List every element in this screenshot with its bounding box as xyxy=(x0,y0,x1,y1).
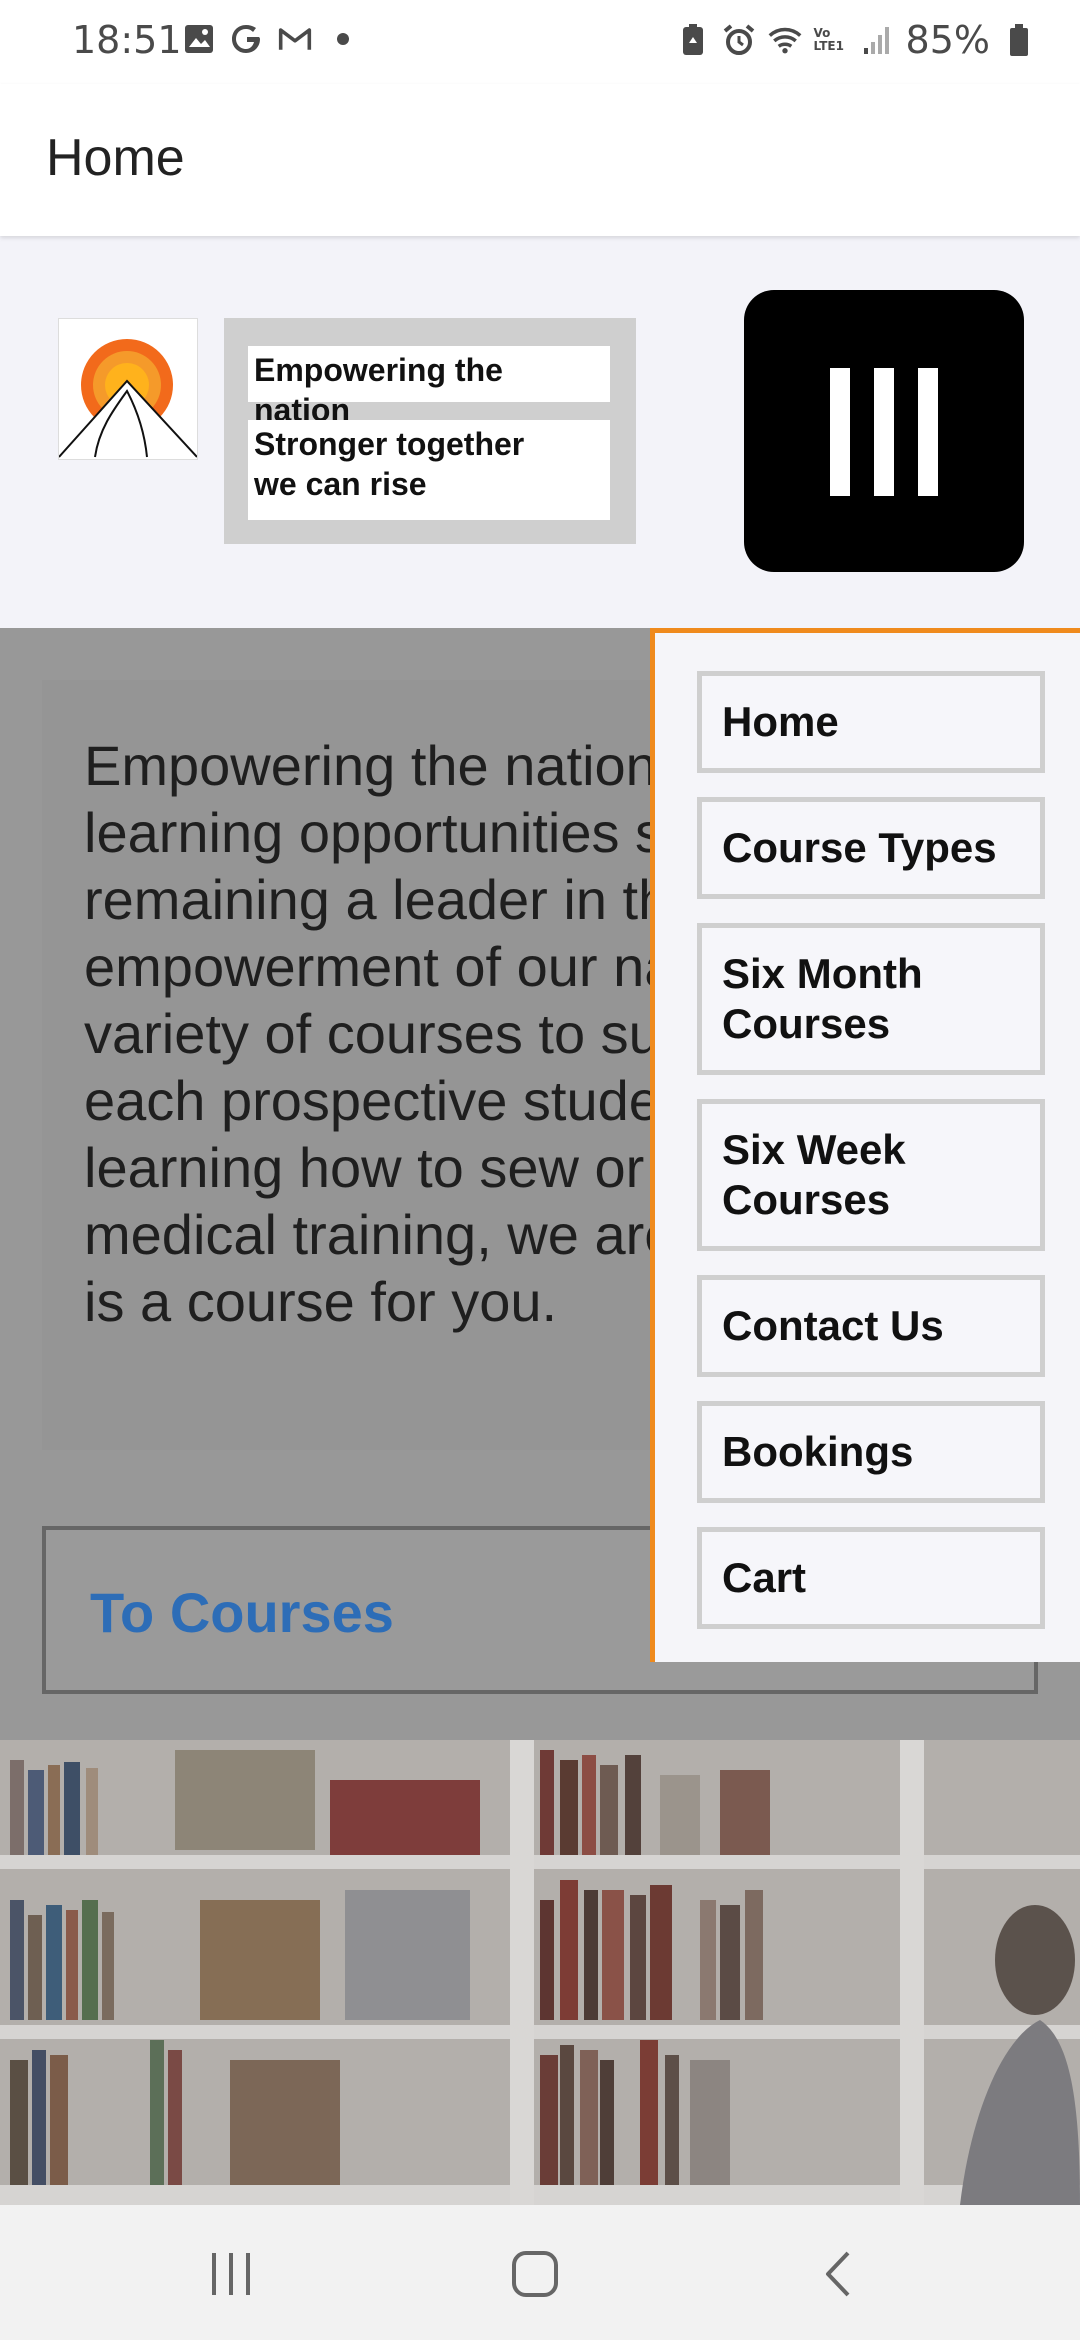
battery-saver-icon xyxy=(676,23,710,57)
back-icon[interactable] xyxy=(818,2249,858,2304)
status-bar: 18:51 Vo LTE1 85% xyxy=(0,0,1080,84)
status-system-icons: Vo LTE1 85% xyxy=(676,18,1036,62)
tagline-primary: Empowering the nation xyxy=(248,346,610,428)
drawer-item-course-types[interactable]: Course Types xyxy=(697,797,1045,899)
hamburger-menu-button[interactable] xyxy=(744,290,1024,572)
alarm-icon xyxy=(722,23,756,57)
wifi-icon xyxy=(768,23,802,57)
battery-percent: 85% xyxy=(905,18,990,62)
drawer-item-contact-us[interactable]: Contact Us xyxy=(697,1275,1045,1377)
google-icon xyxy=(230,22,264,56)
menu-bar-1 xyxy=(830,368,850,496)
drawer-item-six-month-courses[interactable]: Six Month Courses xyxy=(697,923,1045,1075)
system-nav-bar xyxy=(0,2205,1080,2340)
menu-bar-2 xyxy=(874,368,894,496)
signal-icon xyxy=(860,23,894,57)
recent-apps-icon[interactable] xyxy=(206,2251,256,2302)
drawer-item-cart[interactable]: Cart xyxy=(697,1527,1045,1629)
drawer-item-home[interactable]: Home xyxy=(697,671,1045,773)
tagline-secondary: Stronger together we can rise xyxy=(248,420,610,520)
app-bar: Home xyxy=(0,84,1080,236)
tagline-panel: Empowering the nation Stronger together … xyxy=(224,318,636,544)
menu-bar-3 xyxy=(918,368,938,496)
to-courses-label: To Courses xyxy=(90,1581,394,1644)
nav-drawer: Home Course Types Six Month Courses Six … xyxy=(650,628,1080,1662)
bookshelf-photo xyxy=(0,1740,1080,2205)
status-notification-icons xyxy=(182,22,360,56)
volte-icon: Vo LTE1 xyxy=(813,26,844,53)
drawer-item-six-week-courses[interactable]: Six Week Courses xyxy=(697,1099,1045,1251)
gmail-icon xyxy=(278,22,312,56)
dot-icon xyxy=(326,22,360,56)
gallery-icon xyxy=(182,22,216,56)
status-time: 18:51 xyxy=(72,18,182,62)
drawer-item-bookings[interactable]: Bookings xyxy=(697,1401,1045,1503)
battery-icon xyxy=(1002,23,1036,57)
home-icon[interactable] xyxy=(510,2249,560,2304)
site-logo[interactable] xyxy=(58,318,198,460)
page-title: Home xyxy=(46,129,185,187)
